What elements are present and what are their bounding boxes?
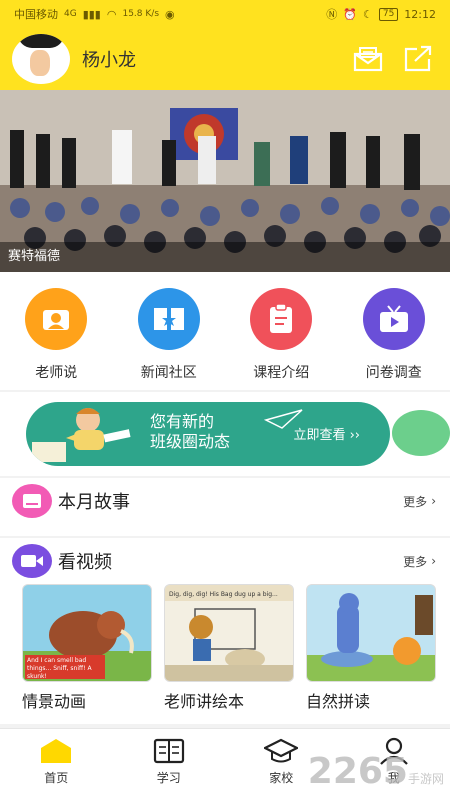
video-card-picture-book[interactable]: Dig, dig, dig! His Bag dug up a big... 老… bbox=[164, 584, 294, 712]
quick-item-survey[interactable]: 问卷调查 bbox=[344, 288, 444, 390]
watermark-number: 2265 bbox=[307, 751, 408, 792]
message-icon[interactable] bbox=[352, 43, 384, 75]
story-title: 本月故事 bbox=[58, 492, 130, 513]
signal-icon: ▮▮▮ bbox=[82, 7, 101, 21]
tab-label: 家校 bbox=[269, 771, 294, 785]
story-more-link[interactable]: 更多 › bbox=[403, 493, 436, 510]
more-label: 更多 bbox=[403, 494, 428, 509]
tv-icon bbox=[362, 288, 425, 350]
clipboard-icon bbox=[250, 288, 313, 350]
view-now-link[interactable]: 立即查看 ›› bbox=[293, 424, 360, 443]
quick-item-label: 新闻社区 bbox=[140, 365, 197, 381]
video-label: 老师讲绘本 bbox=[164, 692, 245, 711]
tab-home[interactable]: 首页 bbox=[16, 737, 96, 800]
promo-line-2: 班级圈动态 bbox=[150, 432, 231, 451]
video-card-animation[interactable]: And I can smell bad things... Sniff, sni… bbox=[22, 584, 152, 712]
view-now-label: 立即查看 bbox=[293, 428, 346, 443]
video-caption: Dig, dig, dig! His Bag dug up a big... bbox=[169, 591, 278, 598]
video-caption: And I can smell bad things... Sniff, sni… bbox=[27, 657, 92, 680]
wifi-icon: ◠ bbox=[106, 7, 117, 21]
video-card-phonics[interactable]: 自然拼读 bbox=[306, 584, 436, 712]
video-label: 自然拼读 bbox=[306, 692, 371, 711]
chevron-right-icon: › bbox=[431, 494, 436, 508]
nfc-icon: Ⓝ bbox=[326, 8, 338, 21]
video-more-link[interactable]: 更多 › bbox=[403, 553, 436, 570]
wechat-icon: ◉ bbox=[165, 7, 175, 21]
book-icon bbox=[12, 484, 52, 518]
watermark-text: 手游网 bbox=[407, 772, 444, 786]
quick-item-label: 老师说 bbox=[35, 365, 78, 381]
boy-reading-illustration bbox=[32, 408, 131, 462]
quick-menu: 老师说 新闻社区 课程介绍 问卷调查 bbox=[0, 272, 450, 390]
chevron-right-icon: › bbox=[431, 554, 436, 568]
promo-line-1: 您有新的 bbox=[150, 412, 215, 431]
graduation-cap-icon bbox=[264, 738, 299, 763]
teacher-icon bbox=[25, 288, 88, 350]
video-thumbnail: And I can smell bad things... Sniff, sni… bbox=[22, 584, 152, 682]
network-label: 4G bbox=[64, 9, 77, 19]
moon-icon: ☾ bbox=[362, 7, 373, 21]
quick-item-label: 问卷调查 bbox=[365, 365, 422, 381]
quick-item-news-community[interactable]: 新闻社区 bbox=[119, 288, 219, 390]
site-watermark: 2265手游网 bbox=[308, 751, 444, 792]
video-section: 看视频 更多 › And I can smell bad things... S… bbox=[0, 538, 450, 724]
video-camera-icon bbox=[12, 544, 52, 578]
promo-message: 您有新的 班级圈动态 bbox=[150, 412, 230, 452]
home-icon bbox=[41, 739, 72, 763]
alarm-icon: ⏰ bbox=[343, 7, 357, 21]
story-section: 本月故事 更多 › bbox=[0, 478, 450, 536]
carrier-label: 中国移动 bbox=[14, 8, 58, 21]
avatar[interactable] bbox=[12, 34, 70, 84]
video-label: 情景动画 bbox=[22, 692, 87, 711]
quick-item-course-intro[interactable]: 课程介绍 bbox=[231, 288, 331, 390]
tab-label: 学习 bbox=[156, 771, 181, 785]
battery-icon: 75 bbox=[378, 7, 399, 21]
book-icon bbox=[153, 738, 184, 764]
book-star-icon bbox=[137, 288, 200, 350]
username: 杨小龙 bbox=[82, 50, 136, 71]
video-thumbnail: Dig, dig, dig! His Bag dug up a big... bbox=[164, 584, 294, 682]
more-label: 更多 bbox=[403, 554, 428, 569]
clock-label: 12:12 bbox=[404, 7, 436, 21]
quick-item-teacher-says[interactable]: 老师说 bbox=[6, 288, 106, 390]
promo-bubble bbox=[392, 410, 450, 456]
share-icon[interactable] bbox=[402, 43, 434, 75]
speed-label: 15.8 K/s bbox=[122, 9, 160, 19]
tab-label: 首页 bbox=[44, 771, 69, 785]
quick-item-label: 课程介绍 bbox=[253, 365, 310, 381]
banner-caption: 赛特福德 bbox=[0, 242, 450, 272]
promo-section: 您有新的 班级圈动态 立即查看 ›› bbox=[0, 392, 450, 476]
status-bar: 中国移动 4G ▮▮▮ ◠ 15.8 K/s ◉ Ⓝ ⏰ ☾ 75 12:12 bbox=[0, 0, 450, 28]
app-header: 杨小龙 bbox=[0, 28, 450, 90]
hero-banner[interactable]: 赛特福德 bbox=[0, 90, 450, 272]
tab-learn[interactable]: 学习 bbox=[129, 737, 209, 800]
class-circle-banner[interactable]: 您有新的 班级圈动态 立即查看 ›› bbox=[26, 402, 390, 466]
video-thumbnail bbox=[306, 584, 436, 682]
video-title: 看视频 bbox=[58, 552, 112, 573]
